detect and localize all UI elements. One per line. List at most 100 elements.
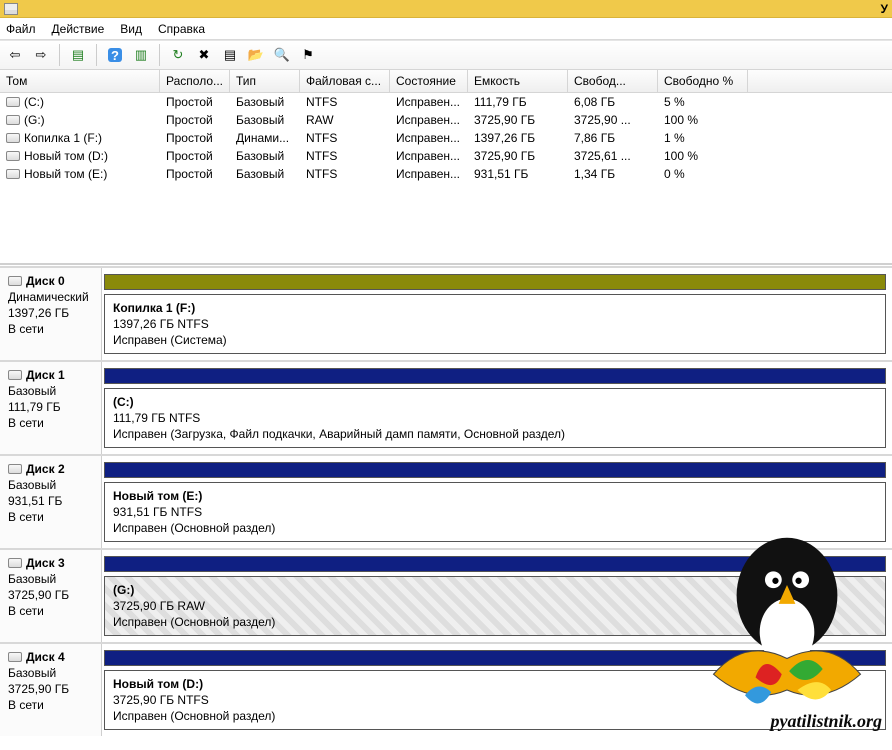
- partition-title: (C:): [113, 395, 877, 409]
- disk-state: В сети: [8, 698, 93, 712]
- drive-icon: [6, 133, 20, 143]
- volume-fs: NTFS: [300, 147, 390, 165]
- disk-info-panel[interactable]: Диск 4Базовый3725,90 ГБВ сети: [0, 644, 102, 736]
- disk-icon: [8, 652, 22, 662]
- menu-bar: Файл Действие Вид Справка: [0, 18, 892, 40]
- partition-box[interactable]: Копилка 1 (F:) 1397,26 ГБ NTFS Исправен (С…: [104, 294, 886, 354]
- disk-type: Базовый: [8, 572, 93, 586]
- volume-free-pct: 100 %: [658, 147, 748, 165]
- toolbar-open-button[interactable]: 📂: [245, 44, 267, 66]
- volume-free: 6,08 ГБ: [568, 93, 658, 111]
- col-type[interactable]: Тип: [230, 70, 300, 92]
- partition-status: Исправен (Система): [113, 333, 877, 347]
- volume-capacity: 3725,90 ГБ: [468, 147, 568, 165]
- volume-status: Исправен...: [390, 129, 468, 147]
- volume-layout: Простой: [160, 93, 230, 111]
- toolbar-back-button[interactable]: ⇦: [4, 44, 26, 66]
- arrow-left-icon: ⇦: [10, 47, 21, 63]
- volume-free: 1,34 ГБ: [568, 165, 658, 183]
- partition-status: Исправен (Основной раздел): [113, 709, 877, 723]
- title-bar: У: [0, 0, 892, 18]
- disk-stripe: [104, 650, 886, 666]
- toolbar-delete-button[interactable]: ✖: [193, 44, 215, 66]
- partition-title: Копилка 1 (F:): [113, 301, 877, 315]
- disk-type: Базовый: [8, 478, 93, 492]
- volume-fs: RAW: [300, 111, 390, 129]
- disk-info-panel[interactable]: Диск 2Базовый931,51 ГБВ сети: [0, 456, 102, 548]
- volume-fs: NTFS: [300, 129, 390, 147]
- partition-box[interactable]: Новый том (D:) 3725,90 ГБ NTFS Исправен (О…: [104, 670, 886, 730]
- volume-status: Исправен...: [390, 111, 468, 129]
- disk-stripe: [104, 274, 886, 290]
- volume-name: Копилка 1 (F:): [24, 131, 102, 145]
- panels-icon: ▥: [135, 47, 147, 63]
- volume-row[interactable]: Новый том (E:)ПростойБазовыйNTFSИсправен…: [0, 165, 892, 183]
- col-free-pct[interactable]: Свободно %: [658, 70, 748, 92]
- volume-type: Базовый: [230, 165, 300, 183]
- col-layout[interactable]: Располо...: [160, 70, 230, 92]
- disk-info-panel[interactable]: Диск 3Базовый3725,90 ГБВ сети: [0, 550, 102, 642]
- partition-title: (G:): [113, 583, 877, 597]
- disk-size: 3725,90 ГБ: [8, 682, 93, 696]
- col-free[interactable]: Свобод...: [568, 70, 658, 92]
- col-status[interactable]: Состояние: [390, 70, 468, 92]
- disk-row: Диск 2Базовый931,51 ГБВ сетиНовый том (E…: [0, 454, 892, 548]
- disk-row: Диск 3Базовый3725,90 ГБВ сети(G:)3725,90…: [0, 548, 892, 642]
- toolbar: ⇦ ⇨ ▤ ? ▥ ↻ ✖ ▤ 📂 🔍 ⚑: [0, 40, 892, 70]
- volume-type: Динами...: [230, 129, 300, 147]
- partition-title: Новый том (D:): [113, 677, 877, 691]
- toolbar-properties-button[interactable]: ▤: [219, 44, 241, 66]
- menu-help[interactable]: Справка: [158, 22, 205, 36]
- volume-name: Новый том (E:): [24, 167, 107, 181]
- toolbar-refresh-button[interactable]: ↻: [167, 44, 189, 66]
- partition-size: 3725,90 ГБ NTFS: [113, 693, 877, 707]
- disk-info-panel[interactable]: Диск 1Базовый111,79 ГБВ сети: [0, 362, 102, 454]
- volume-type: Базовый: [230, 147, 300, 165]
- volume-status: Исправен...: [390, 165, 468, 183]
- volume-status: Исправен...: [390, 93, 468, 111]
- volume-fs: NTFS: [300, 93, 390, 111]
- volume-free-pct: 5 %: [658, 93, 748, 111]
- disk-label: Диск 4: [26, 650, 65, 664]
- toolbar-help-button[interactable]: ?: [104, 44, 126, 66]
- partition-box[interactable]: (C:)111,79 ГБ NTFSИсправен (Загрузка, Фа…: [104, 388, 886, 448]
- col-filesystem[interactable]: Файловая с...: [300, 70, 390, 92]
- toolbar-commit-button[interactable]: ⚑: [297, 44, 319, 66]
- menu-view[interactable]: Вид: [120, 22, 142, 36]
- disk-type: Динамический: [8, 290, 93, 304]
- volume-free: 3725,61 ...: [568, 147, 658, 165]
- volume-list: Том Располо... Тип Файловая с... Состоян…: [0, 70, 892, 265]
- properties-icon: ▤: [224, 47, 236, 63]
- volume-row[interactable]: Копилка 1 (F:) ПростойДинами...NTFSИсправ…: [0, 129, 892, 147]
- disk-icon: [8, 276, 22, 286]
- drive-icon: [6, 169, 20, 179]
- partition-box[interactable]: (G:)3725,90 ГБ RAWИсправен (Основной раз…: [104, 576, 886, 636]
- toolbar-find-button[interactable]: 🔍: [271, 44, 293, 66]
- volume-name: (G:): [24, 113, 45, 127]
- folder-open-icon: 📂: [248, 47, 264, 63]
- toolbar-panels-button[interactable]: ▥: [130, 44, 152, 66]
- volume-layout: Простой: [160, 147, 230, 165]
- disk-graphical-pane: Диск 0Динамический1397,26 ГБВ сетиКопилк…: [0, 265, 892, 750]
- partition-box[interactable]: Новый том (E:)931,51 ГБ NTFSИсправен (Ос…: [104, 482, 886, 542]
- volume-row[interactable]: (C:)ПростойБазовыйNTFSИсправен...111,79 …: [0, 93, 892, 111]
- disk-label: Диск 0: [26, 274, 65, 288]
- drive-icon: [6, 151, 20, 161]
- toolbar-forward-button[interactable]: ⇨: [30, 44, 52, 66]
- disk-info-panel[interactable]: Диск 0Динамический1397,26 ГБВ сети: [0, 268, 102, 360]
- volume-row[interactable]: Новый том (D:)ПростойБазовыйNTFSИсправен…: [0, 147, 892, 165]
- partition-size: 1397,26 ГБ NTFS: [113, 317, 877, 331]
- magnifier-icon: 🔍: [274, 47, 290, 63]
- col-capacity[interactable]: Емкость: [468, 70, 568, 92]
- menu-action[interactable]: Действие: [52, 22, 105, 36]
- menu-file[interactable]: Файл: [6, 22, 36, 36]
- disk-state: В сети: [8, 510, 93, 524]
- volume-row[interactable]: (G:)ПростойБазовыйRAWИсправен...3725,90 …: [0, 111, 892, 129]
- volume-layout: Простой: [160, 129, 230, 147]
- volume-fs: NTFS: [300, 165, 390, 183]
- disk-size: 931,51 ГБ: [8, 494, 93, 508]
- partition-status: Исправен (Основной раздел): [113, 521, 877, 535]
- disk-state: В сети: [8, 416, 93, 430]
- toolbar-view-button[interactable]: ▤: [67, 44, 89, 66]
- col-volume[interactable]: Том: [0, 70, 160, 92]
